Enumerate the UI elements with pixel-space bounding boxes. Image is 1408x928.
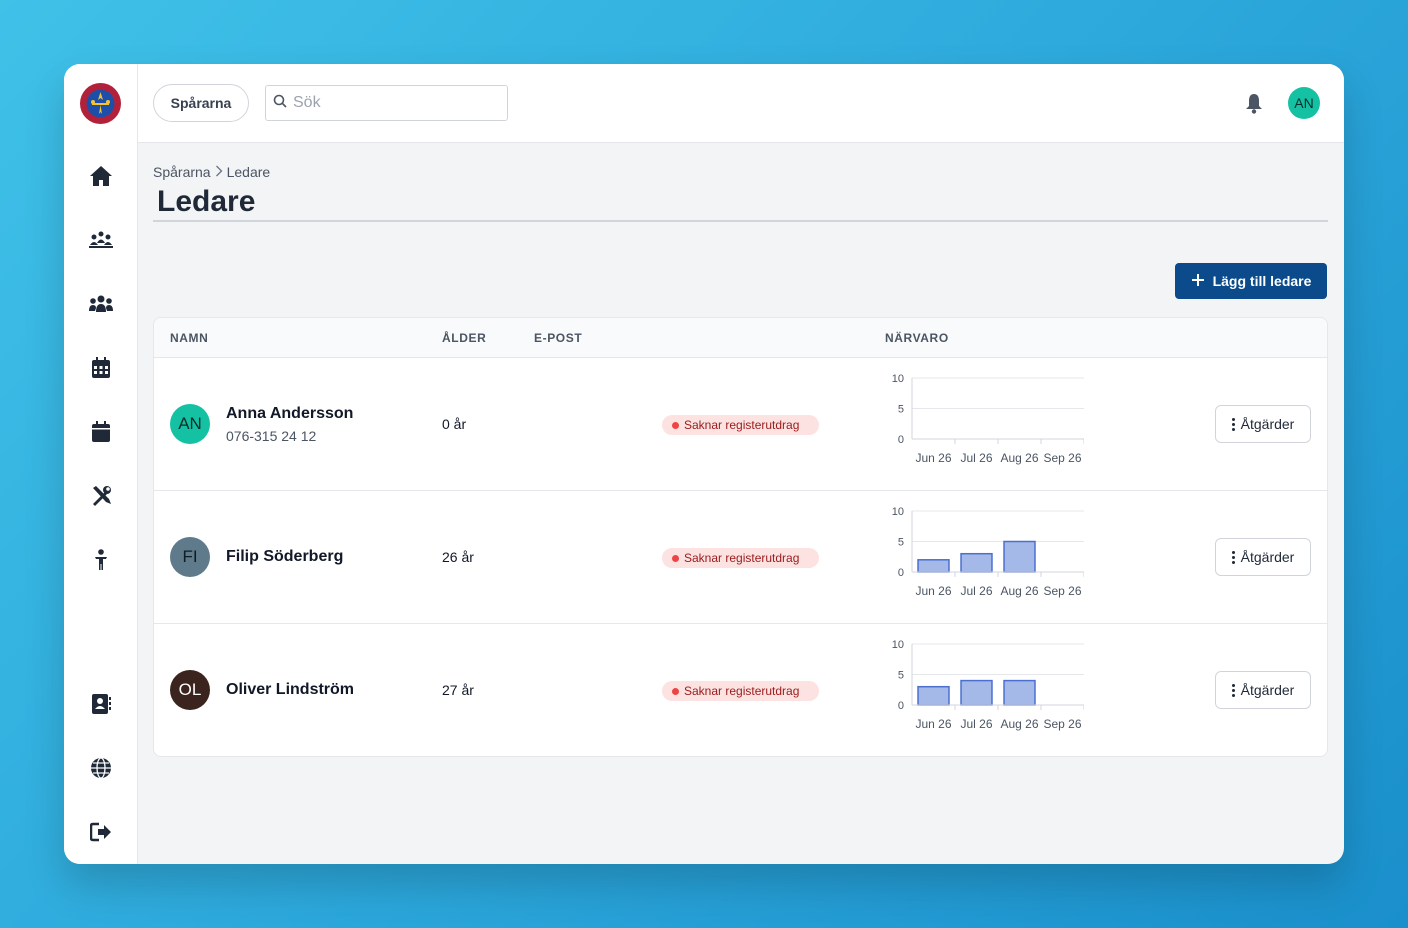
- user-avatar[interactable]: AN: [1288, 87, 1320, 119]
- calendar-grid-icon[interactable]: [88, 355, 114, 381]
- x-tick-label: Jun 26: [915, 451, 951, 465]
- x-tick-label: Aug 26: [1000, 451, 1038, 465]
- leader-phone: 076-315 24 12: [226, 428, 317, 444]
- logout-icon[interactable]: [88, 819, 114, 845]
- x-tick-label: Jul 26: [960, 717, 992, 731]
- more-vertical-icon: [1231, 417, 1235, 431]
- scout-logo[interactable]: [80, 83, 121, 124]
- top-bar: Spårarna AN: [138, 64, 1344, 143]
- child-icon[interactable]: [88, 547, 114, 573]
- avatar: OL: [170, 670, 210, 710]
- org-switch-button[interactable]: Spårarna: [153, 84, 249, 122]
- leader-age: 0 år: [442, 416, 467, 432]
- app-window: Spårarna AN Spårarna Ledare Ledare Lägg …: [64, 64, 1344, 864]
- x-tick-label: Aug 26: [1000, 717, 1038, 731]
- y-tick-label: 0: [898, 700, 904, 712]
- y-tick-label: 5: [898, 404, 904, 416]
- x-tick-label: Jul 26: [960, 584, 992, 598]
- people-icon[interactable]: [88, 291, 114, 317]
- status-badge: Saknar registerutdrag: [662, 681, 819, 701]
- bar[interactable]: [960, 679, 993, 706]
- actions-label: Åtgärder: [1240, 416, 1295, 432]
- contact-card-icon[interactable]: [88, 691, 114, 717]
- actions-button[interactable]: Åtgärder: [1215, 671, 1311, 709]
- bar[interactable]: [917, 559, 950, 573]
- search-icon: [273, 94, 287, 113]
- divider: [153, 220, 1328, 222]
- bell-icon[interactable]: [1244, 92, 1264, 114]
- breadcrumb-root[interactable]: Spårarna: [153, 164, 211, 180]
- more-vertical-icon: [1231, 550, 1235, 564]
- add-leader-label: Lägg till ledare: [1212, 273, 1312, 289]
- actions-label: Åtgärder: [1240, 549, 1295, 565]
- y-tick-label: 10: [892, 506, 904, 518]
- table-row[interactable]: FI Filip Söderberg 26 år Saknar register…: [154, 491, 1327, 624]
- table-row[interactable]: OL Oliver Lindström 27 år Saknar registe…: [154, 624, 1327, 756]
- actions-label: Åtgärder: [1240, 682, 1295, 698]
- globe-icon[interactable]: [88, 755, 114, 781]
- actions-button[interactable]: Åtgärder: [1215, 405, 1311, 443]
- status-badge: Saknar registerutdrag: [662, 548, 819, 568]
- bar[interactable]: [960, 552, 993, 573]
- breadcrumb-current: Ledare: [226, 164, 271, 180]
- attendance-chart: 10 5 0 Jun 26 Jul 26 Aug 26 Sep 26: [892, 373, 1084, 465]
- add-leader-button[interactable]: Lägg till ledare: [1175, 263, 1327, 299]
- more-vertical-icon: [1231, 683, 1235, 697]
- leader-name[interactable]: Oliver Lindström: [226, 681, 354, 699]
- leaders-table: NAMN ÅLDER E-POST NÄRVARO AN Anna Anders…: [153, 317, 1328, 757]
- table-row[interactable]: AN Anna Andersson 076-315 24 12 0 år Sak…: [154, 358, 1327, 491]
- x-tick-label: Sep 26: [1043, 451, 1081, 465]
- home-icon[interactable]: [88, 163, 114, 189]
- x-tick-label: Aug 26: [1000, 584, 1038, 598]
- bar[interactable]: [1003, 540, 1036, 573]
- column-header-name[interactable]: NAMN: [170, 331, 208, 345]
- leader-name[interactable]: Anna Andersson: [226, 405, 353, 423]
- page-title: Ledare: [157, 185, 256, 218]
- y-tick-label: 5: [898, 670, 904, 682]
- x-tick-label: Jun 26: [915, 584, 951, 598]
- y-tick-label: 10: [892, 373, 904, 385]
- tools-icon[interactable]: [88, 483, 114, 509]
- table-header: NAMN ÅLDER E-POST NÄRVARO: [154, 318, 1327, 358]
- column-header-attendance[interactable]: NÄRVARO: [885, 331, 949, 345]
- y-tick-label: 0: [898, 434, 904, 446]
- attendance-chart: 10 5 0 Jun 26 Jul 26 Aug 26 Sep 26: [892, 506, 1084, 598]
- search-box: [265, 85, 508, 121]
- leader-name[interactable]: Filip Söderberg: [226, 548, 343, 566]
- x-tick-label: Jun 26: [915, 717, 951, 731]
- attendance-chart: 10 5 0 Jun 26 Jul 26 Aug 26 Sep 26: [892, 639, 1084, 731]
- x-tick-label: Jul 26: [960, 451, 992, 465]
- leader-age: 27 år: [442, 682, 474, 698]
- column-header-email[interactable]: E-POST: [534, 331, 582, 345]
- breadcrumb: Spårarna Ledare: [153, 164, 270, 180]
- y-tick-label: 10: [892, 639, 904, 651]
- status-badge: Saknar registerutdrag: [662, 415, 819, 435]
- y-tick-label: 0: [898, 567, 904, 579]
- plus-icon: [1191, 273, 1205, 290]
- x-tick-label: Sep 26: [1043, 584, 1081, 598]
- search-input[interactable]: [293, 94, 493, 112]
- campfire-group-icon[interactable]: [88, 227, 114, 253]
- y-tick-label: 5: [898, 537, 904, 549]
- bar[interactable]: [1003, 679, 1036, 706]
- avatar: FI: [170, 537, 210, 577]
- x-tick-label: Sep 26: [1043, 717, 1081, 731]
- calendar-icon[interactable]: [88, 419, 114, 445]
- actions-button[interactable]: Åtgärder: [1215, 538, 1311, 576]
- column-header-age[interactable]: ÅLDER: [442, 331, 486, 345]
- sidebar: [64, 64, 138, 864]
- bar[interactable]: [917, 685, 950, 706]
- chevron-right-icon: [215, 164, 223, 180]
- leader-age: 26 år: [442, 549, 474, 565]
- avatar: AN: [170, 404, 210, 444]
